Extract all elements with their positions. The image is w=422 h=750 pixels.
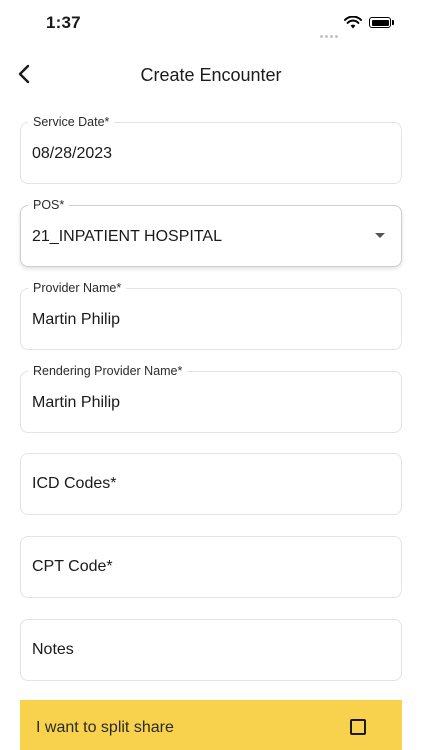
dropdown-arrow-icon xyxy=(375,233,385,238)
pos-label: POS* xyxy=(28,198,70,212)
provider-name-field[interactable]: Provider Name* Martin Philip xyxy=(20,281,402,350)
provider-name-label: Provider Name* xyxy=(28,281,127,295)
icd-codes-field[interactable]: ICD Codes* xyxy=(20,453,402,515)
split-share-label: I want to split share xyxy=(36,719,174,736)
notes-field[interactable]: Notes xyxy=(20,619,402,681)
service-date-value: 08/28/2023 xyxy=(32,145,113,162)
rendering-provider-name-field[interactable]: Rendering Provider Name* Martin Philip xyxy=(20,364,402,433)
cpt-code-field[interactable]: CPT Code* xyxy=(20,536,402,598)
wifi-icon xyxy=(344,15,362,34)
pos-dropdown[interactable]: POS* 21_INPATIENT HOSPITAL xyxy=(20,198,402,267)
service-date-label: Service Date* xyxy=(28,115,115,129)
split-share-checkbox[interactable] xyxy=(350,719,366,735)
rendering-provider-name-label: Rendering Provider Name* xyxy=(28,364,188,378)
cpt-code-placeholder: CPT Code* xyxy=(32,558,113,575)
page-title: Create Encounter xyxy=(140,65,282,85)
battery-icon xyxy=(369,17,391,28)
pos-value: 21_INPATIENT HOSPITAL xyxy=(32,228,222,245)
provider-name-value: Martin Philip xyxy=(32,311,121,328)
service-date-field[interactable]: Service Date* 08/28/2023 xyxy=(20,115,402,184)
nav-bar: Create Encounter xyxy=(0,52,422,96)
notes-placeholder: Notes xyxy=(32,641,74,658)
icd-codes-placeholder: ICD Codes* xyxy=(32,475,117,492)
status-bar: 1:37 xyxy=(0,0,422,46)
rendering-provider-name-value: Martin Philip xyxy=(32,394,121,411)
status-time: 1:37 xyxy=(46,13,81,32)
split-share-row[interactable]: I want to split share xyxy=(20,700,402,750)
cellular-signal-icon xyxy=(320,25,340,43)
